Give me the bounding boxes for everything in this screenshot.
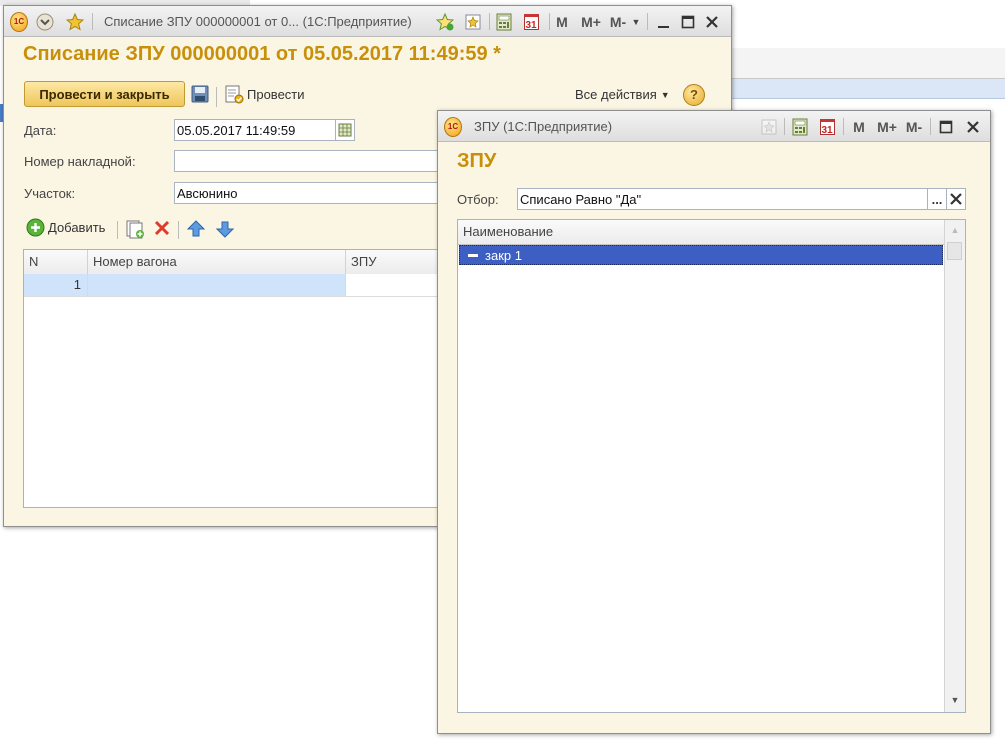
1c-logo-icon: 1С: [444, 116, 462, 137]
separator: [549, 13, 550, 30]
chevron-down-icon[interactable]: ▼: [630, 13, 642, 30]
scroll-thumb[interactable]: [947, 242, 962, 260]
favorites-list-icon[interactable]: [760, 118, 778, 135]
add-row-label: Добавить: [48, 220, 106, 235]
list-item[interactable]: закр 1: [459, 245, 943, 265]
copy-row-button[interactable]: [125, 219, 145, 239]
app-logo-icon[interactable]: 1С: [10, 11, 28, 32]
list-item-label: закр 1: [485, 247, 522, 263]
move-down-button[interactable]: [216, 220, 234, 238]
delete-row-button[interactable]: [154, 220, 170, 236]
calendar-icon[interactable]: 31: [522, 13, 540, 31]
minimize-icon[interactable]: [655, 13, 673, 30]
filter-label: Отбор:: [457, 192, 499, 207]
invoice-number-field[interactable]: [174, 150, 444, 172]
vertical-scrollbar[interactable]: ▲ ▼: [944, 220, 965, 712]
window-title: Списание ЗПУ 000000001 от 0... (1С:Предп…: [104, 14, 412, 29]
arrow-down-icon: [216, 221, 234, 238]
table-row[interactable]: 1: [24, 274, 464, 297]
post-button-label: Провести: [247, 86, 305, 102]
separator: [647, 13, 648, 30]
separator: [489, 13, 490, 30]
ellipsis-icon: ...: [931, 191, 943, 207]
document-window-titlebar[interactable]: 1С Списание ЗПУ 000000001 от 0... (1С:Пр…: [4, 6, 731, 37]
background-selected-row: [730, 79, 1005, 99]
delete-icon: [154, 220, 170, 236]
post-doc-icon: [225, 85, 244, 104]
column-header-n[interactable]: N: [24, 250, 88, 274]
form-title: Списание ЗПУ 000000001 от 05.05.2017 11:…: [23, 43, 501, 65]
help-icon: ?: [683, 84, 705, 106]
window-title: ЗПУ (1С:Предприятие): [474, 119, 613, 134]
filter-field[interactable]: Списано Равно "Да": [517, 188, 928, 210]
cell-wagon[interactable]: [88, 274, 346, 296]
memory-minus-button[interactable]: M-: [903, 118, 925, 135]
choice-window: 1С ЗПУ (1С:Предприятие) 31 M M+ M- ЗПУ О…: [437, 110, 991, 734]
separator: [178, 221, 179, 239]
chevron-down-icon: ▼: [660, 89, 670, 100]
section-field[interactable]: Авсюнино: [174, 182, 444, 204]
post-button[interactable]: Провести: [224, 84, 305, 104]
separator: [117, 221, 118, 239]
filter-select-button[interactable]: ...: [927, 188, 947, 210]
clear-icon: [950, 193, 962, 205]
move-up-button[interactable]: [187, 220, 205, 238]
separator: [784, 118, 785, 135]
copy-icon: [126, 220, 144, 239]
separator: [92, 13, 93, 30]
cell-n: 1: [24, 274, 88, 296]
calendar-icon[interactable]: 31: [818, 118, 836, 136]
calendar-icon: [338, 123, 352, 137]
add-icon: [26, 218, 45, 237]
close-icon[interactable]: [964, 118, 982, 135]
close-icon[interactable]: [703, 13, 721, 30]
all-actions-label: Все действия: [575, 87, 657, 102]
post-and-close-button[interactable]: Провести и закрыть: [24, 81, 185, 107]
arrow-up-icon: [187, 220, 205, 237]
app-logo-icon[interactable]: 1С: [444, 116, 462, 137]
memory-plus-button[interactable]: M+: [579, 13, 603, 30]
choice-window-titlebar[interactable]: 1С ЗПУ (1С:Предприятие) 31 M M+ M-: [438, 111, 990, 142]
save-icon: [191, 85, 209, 103]
1c-logo-icon: 1С: [10, 11, 28, 32]
memory-m-button[interactable]: M: [851, 118, 867, 135]
separator: [216, 87, 217, 107]
scroll-down-icon[interactable]: ▼: [945, 690, 965, 710]
date-label: Дата:: [24, 123, 57, 138]
memory-plus-button[interactable]: M+: [875, 118, 899, 135]
maximize-icon[interactable]: [679, 13, 697, 30]
filter-clear-button[interactable]: [946, 188, 966, 210]
choice-form-title: ЗПУ: [457, 150, 497, 172]
background-panel: [730, 48, 1005, 79]
add-to-favorites-icon[interactable]: [436, 12, 454, 31]
section-label: Участок:: [24, 186, 76, 201]
help-button[interactable]: ?: [683, 84, 705, 106]
choice-form: ЗПУ Отбор: Списано Равно "Да" ... Наимен…: [438, 142, 990, 733]
invoice-number-label: Номер накладной:: [24, 154, 136, 169]
memory-minus-button[interactable]: M-: [607, 13, 629, 30]
scroll-up-icon[interactable]: ▲: [945, 220, 965, 240]
favorite-star-icon[interactable]: [66, 12, 84, 31]
separator: [843, 118, 844, 135]
maximize-icon[interactable]: [937, 118, 955, 135]
calculator-icon[interactable]: [791, 118, 809, 135]
add-row-button[interactable]: Добавить: [26, 218, 105, 237]
calculator-icon[interactable]: [495, 13, 513, 30]
all-actions-menu[interactable]: Все действия ▼: [575, 87, 670, 102]
date-picker-button[interactable]: [335, 119, 355, 141]
menu-icon[interactable]: [36, 13, 54, 30]
favorites-list-icon[interactable]: [464, 13, 482, 30]
dash-icon: [468, 253, 478, 257]
list-header: Наименование: [458, 220, 945, 245]
zpu-list[interactable]: Наименование закр 1 ▲ ▼: [457, 219, 966, 713]
separator: [930, 118, 931, 135]
save-button[interactable]: [191, 85, 209, 103]
column-header-name[interactable]: Наименование: [458, 220, 945, 244]
date-field[interactable]: 05.05.2017 11:49:59: [174, 119, 336, 141]
column-header-wagon[interactable]: Номер вагона: [88, 250, 346, 274]
memory-m-button[interactable]: M: [554, 13, 570, 30]
